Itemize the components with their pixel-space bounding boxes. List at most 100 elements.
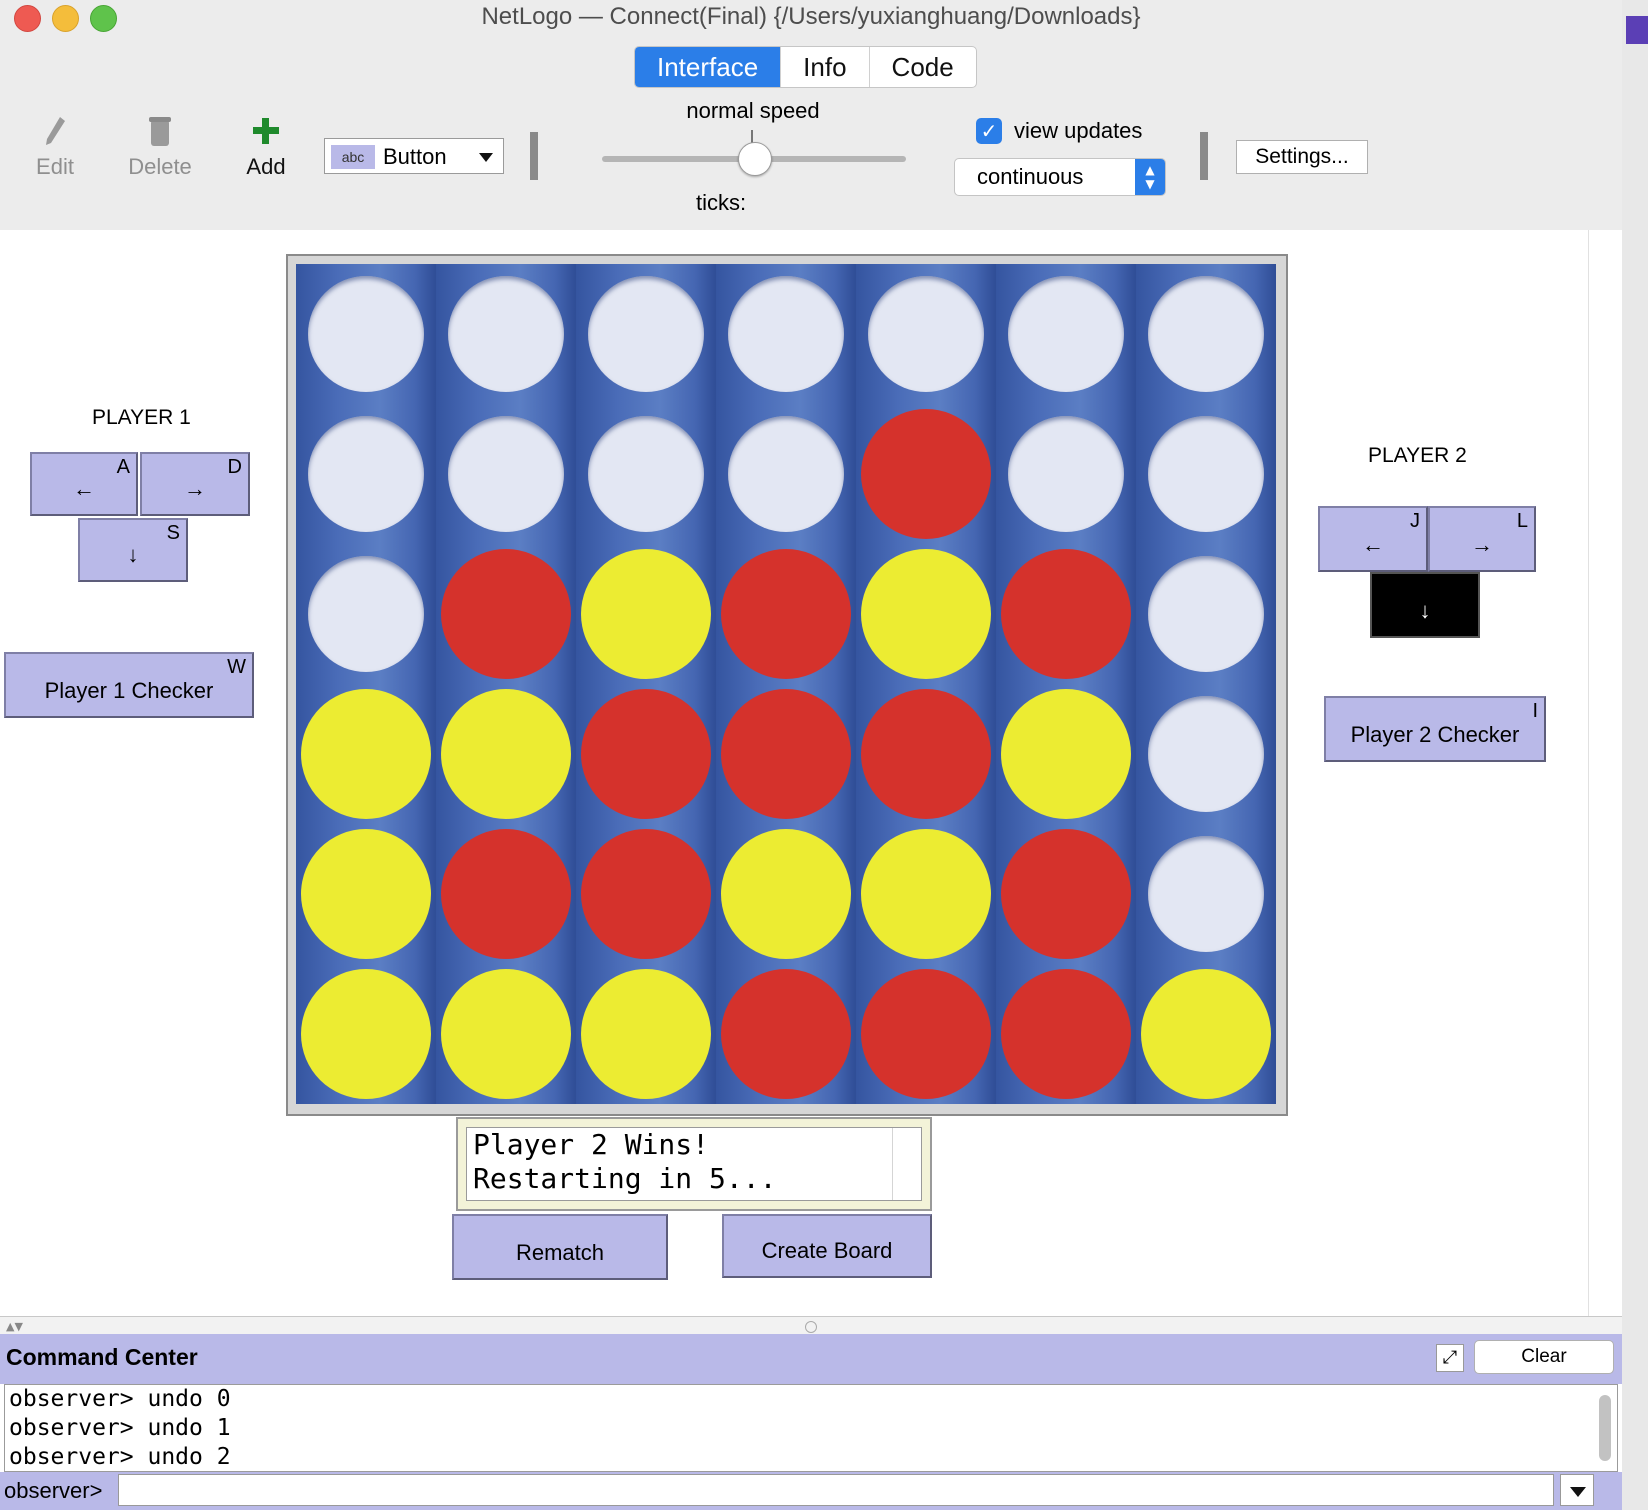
output-line: observer> undo 0: [9, 1386, 231, 1412]
board-cell-yellow: [721, 829, 851, 959]
board-cell-yellow: [441, 689, 571, 819]
board-grid: [296, 264, 1276, 1104]
output-scrollbar[interactable]: [1599, 1395, 1611, 1461]
command-input-row: observer>: [0, 1472, 1622, 1510]
message-output-area: Player 2 Wins! Restarting in 5...: [466, 1127, 922, 1201]
left-arrow-icon: ←: [73, 476, 95, 501]
toolbar-separator: [1200, 132, 1208, 180]
player2-checker-button[interactable]: I Player 2 Checker: [1324, 696, 1546, 762]
message-line: Player 2 Wins!: [473, 1128, 710, 1161]
board-cell-red: [441, 829, 571, 959]
player1-right-button[interactable]: D →: [140, 452, 250, 516]
board-cell-red: [581, 829, 711, 959]
side-list-icon[interactable]: [1626, 16, 1648, 44]
button-widget-icon: abc: [331, 145, 375, 169]
create-board-label: Create Board: [761, 1238, 893, 1263]
board-cell-empty: [448, 416, 564, 532]
board-cell-yellow: [1141, 969, 1271, 1099]
board-cell-red: [721, 549, 851, 679]
pane-splitter[interactable]: ▲▼: [0, 1316, 1622, 1335]
board-cell-empty: [1008, 276, 1124, 392]
edit-label: Edit: [36, 154, 74, 179]
toolbar-separator: [530, 132, 538, 180]
settings-button[interactable]: Settings...: [1236, 140, 1368, 174]
board-cell-yellow: [1001, 689, 1131, 819]
board-cell-empty: [588, 276, 704, 392]
pencil-icon: [46, 117, 65, 145]
toolbar: Interface Info Code Edit Delete Add abc …: [0, 34, 1622, 232]
player2-right-button[interactable]: L →: [1428, 506, 1536, 572]
output-line: observer> undo 2: [9, 1444, 231, 1470]
add-button[interactable]: Add: [234, 114, 298, 180]
add-label: Add: [246, 154, 286, 179]
view-updates-checkbox[interactable]: ✓: [976, 118, 1002, 144]
trash-icon: [149, 117, 171, 146]
tab-interface[interactable]: Interface: [635, 47, 782, 87]
speed-label: normal speed: [686, 98, 820, 123]
down-arrow-icon: ↓: [1419, 598, 1431, 623]
board-cell-empty: [1148, 696, 1264, 812]
observer-prompt: observer>: [4, 1478, 103, 1503]
expand-icon[interactable]: ⤢: [1436, 1344, 1464, 1372]
chevron-down-icon: [479, 153, 493, 162]
collapse-arrows-icon[interactable]: ▲▼: [6, 1320, 23, 1333]
key-shortcut: I: [1532, 700, 1538, 722]
player1-checker-button[interactable]: W Player 1 Checker: [4, 652, 254, 718]
board-cell-red: [581, 689, 711, 819]
message-line: Restarting in 5...: [473, 1162, 777, 1195]
board-cell-empty: [448, 276, 564, 392]
tab-info[interactable]: Info: [781, 47, 870, 87]
speed-slider-thumb[interactable]: [738, 142, 772, 176]
board-cell-yellow: [301, 969, 431, 1099]
board-cell-red: [861, 689, 991, 819]
board-cell-red: [1001, 549, 1131, 679]
view-scrollbar-track[interactable]: [1588, 230, 1623, 1316]
board-cell-empty: [728, 416, 844, 532]
command-input[interactable]: [118, 1474, 1554, 1506]
key-shortcut: W: [227, 656, 246, 678]
update-mode-select[interactable]: continuous ▲ ▼: [954, 158, 1166, 196]
message-output: Player 2 Wins! Restarting in 5...: [456, 1117, 932, 1211]
edit-button[interactable]: Edit: [22, 114, 88, 180]
update-mode-value: continuous: [977, 164, 1084, 189]
board-cell-red: [721, 689, 851, 819]
widget-type-select[interactable]: abc Button: [324, 138, 504, 174]
tab-code[interactable]: Code: [870, 47, 976, 87]
board-cell-empty: [868, 276, 984, 392]
title-bar: NetLogo — Connect(Final) {/Users/yuxiang…: [0, 0, 1622, 34]
clear-button[interactable]: Clear: [1474, 1340, 1614, 1374]
board-cell-empty: [588, 416, 704, 532]
board-cell-empty: [1148, 276, 1264, 392]
player1-left-button[interactable]: A ←: [30, 452, 138, 516]
delete-label: Delete: [128, 154, 192, 179]
board-cell-red: [721, 969, 851, 1099]
board-cell-empty: [308, 416, 424, 532]
player2-down-button[interactable]: ↓: [1370, 572, 1480, 638]
board-cell-yellow: [441, 969, 571, 1099]
stepper-arrows-icon: ▲ ▼: [1135, 159, 1165, 195]
rematch-button[interactable]: Rematch: [452, 1214, 668, 1280]
board-cell-yellow: [301, 689, 431, 819]
down-arrow-icon: ↓: [127, 542, 139, 567]
plus-icon: [253, 118, 279, 144]
left-arrow-icon: ←: [1362, 532, 1384, 557]
splitter-handle-icon[interactable]: [805, 1321, 817, 1333]
board-cell-empty: [1148, 836, 1264, 952]
right-arrow-icon: →: [184, 476, 206, 501]
board-cell-empty: [1148, 416, 1264, 532]
widget-type-value: Button: [383, 144, 447, 169]
delete-button[interactable]: Delete: [118, 114, 202, 180]
board-cell-red: [861, 409, 991, 539]
player2-left-button[interactable]: J ←: [1318, 506, 1428, 572]
command-output: observer> undo 0 observer> undo 1 observ…: [4, 1384, 1618, 1472]
player1-down-button[interactable]: S ↓: [78, 518, 188, 582]
create-board-button[interactable]: Create Board: [722, 1214, 932, 1278]
history-dropdown-button[interactable]: [1560, 1474, 1594, 1506]
message-scroll-divider: [892, 1128, 893, 1200]
right-arrow-icon: →: [1471, 532, 1493, 557]
board-cell-empty: [308, 276, 424, 392]
game-board[interactable]: [286, 254, 1288, 1116]
rematch-label: Rematch: [515, 1240, 605, 1265]
board-cell-red: [1001, 829, 1131, 959]
board-cell-yellow: [861, 549, 991, 679]
